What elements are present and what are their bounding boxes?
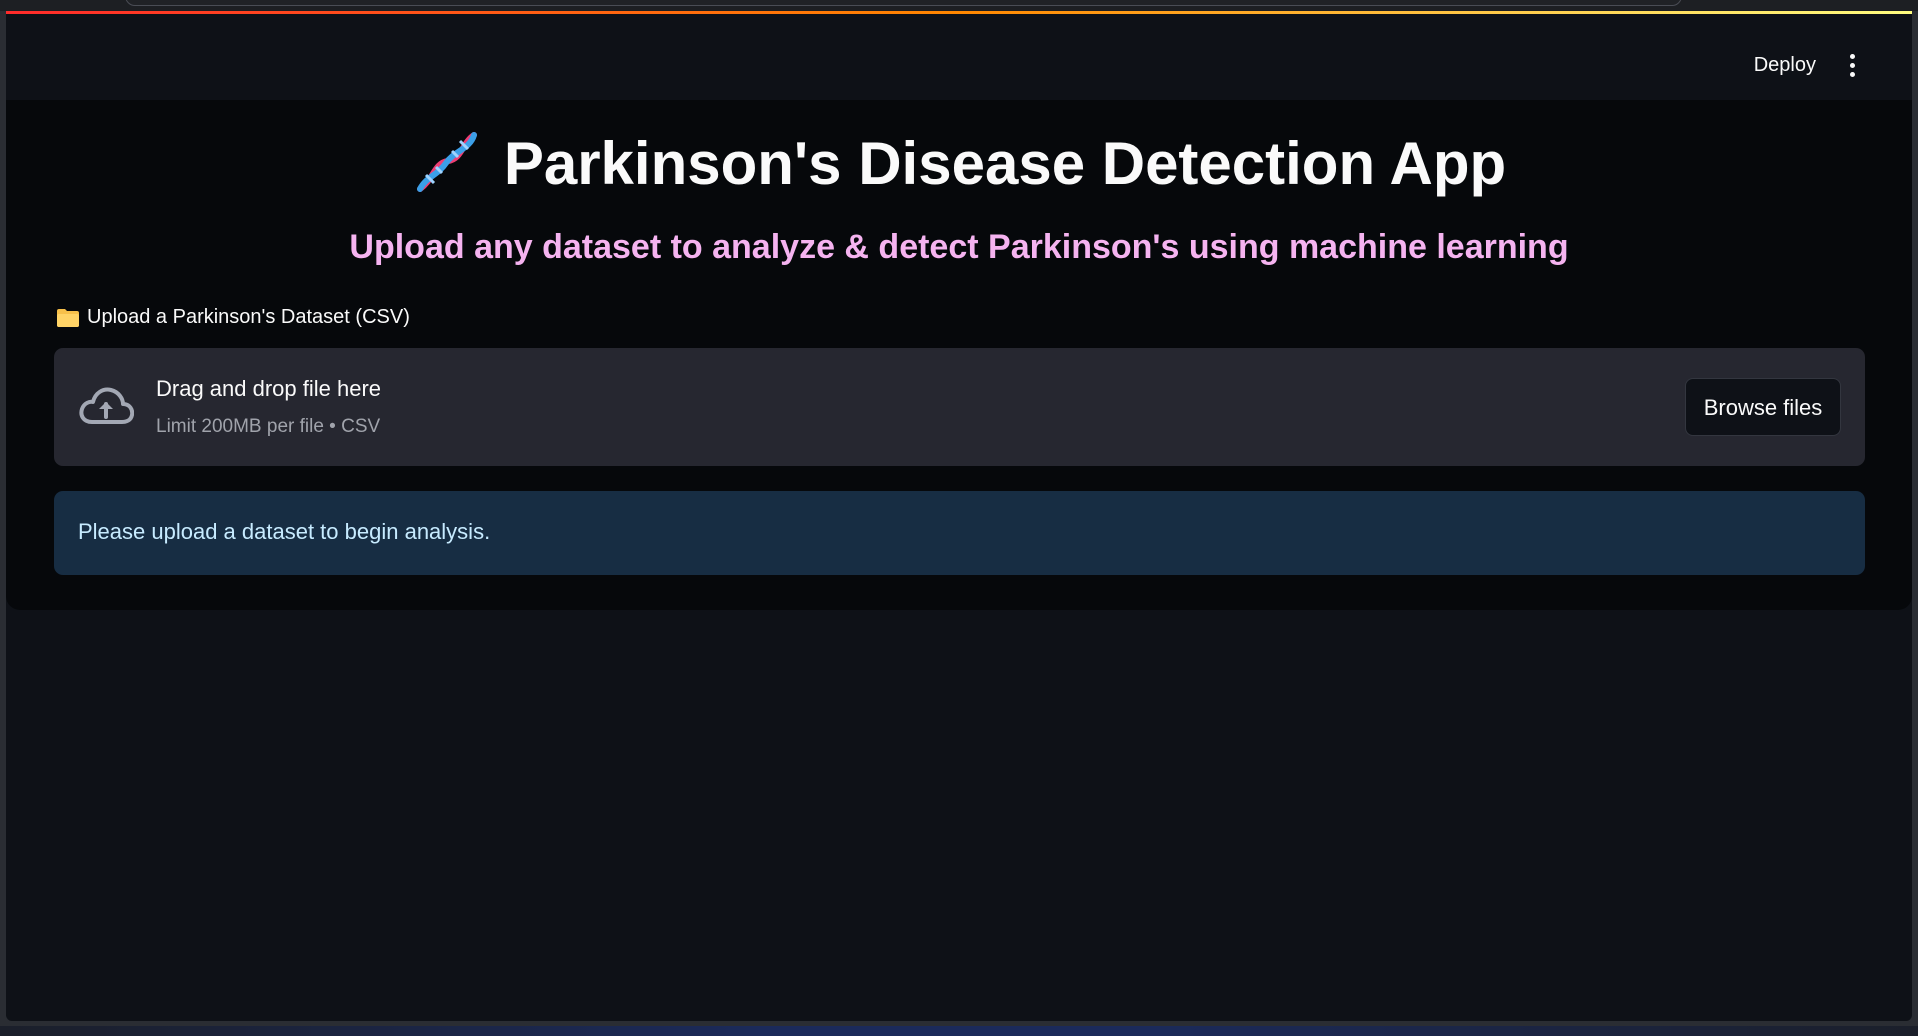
browser-chrome — [0, 0, 1918, 11]
folder-icon — [57, 308, 79, 327]
app-header: Deploy — [6, 11, 1912, 100]
dropzone-limit: Limit 200MB per file • CSV — [156, 416, 381, 437]
dropzone-title: Drag and drop file here — [156, 376, 382, 401]
info-alert-message: Please upload a dataset to begin analysi… — [78, 519, 491, 544]
decoration-bar — [6, 11, 1912, 14]
kebab-menu-icon[interactable] — [1842, 54, 1862, 80]
dna-icon — [416, 132, 477, 193]
cloud-upload-icon — [79, 387, 134, 424]
main-content: Parkinson's Disease Detection App Upload… — [6, 100, 1912, 610]
info-alert: Please upload a dataset to begin analysi… — [54, 491, 1865, 575]
page-title-row: Parkinson's Disease Detection App — [6, 126, 1912, 203]
page-subtitle: Upload any dataset to analyze & detect P… — [349, 228, 1569, 266]
uploader-label-text: Upload a Parkinson's Dataset (CSV) — [87, 306, 410, 328]
app-window: Deploy Parkinson's Disease Detection App… — [6, 11, 1912, 1021]
taskbar — [0, 1026, 1918, 1036]
file-dropzone[interactable]: Drag and drop file here Limit 200MB per … — [54, 348, 1865, 466]
deploy-button[interactable]: Deploy — [1754, 54, 1816, 77]
browse-files-button[interactable]: Browse files — [1685, 378, 1841, 436]
uploader-label: Upload a Parkinson's Dataset (CSV) — [57, 306, 410, 329]
page-title: Parkinson's Disease Detection App — [503, 130, 1507, 197]
browser-address-pill — [125, 0, 1682, 6]
